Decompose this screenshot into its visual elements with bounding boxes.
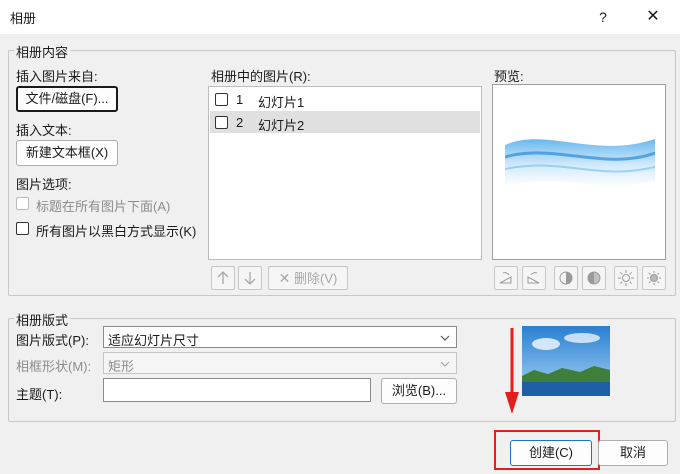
layout-thumbnail-image — [522, 326, 610, 396]
picture-layout-value: 适应幻灯片尺寸 — [108, 333, 200, 348]
brightness-up-button[interactable] — [614, 266, 638, 290]
preview-pane — [492, 84, 666, 260]
picture-layout-select[interactable]: 适应幻灯片尺寸 — [103, 326, 457, 348]
list-item[interactable]: 1 幻灯片1 — [210, 88, 480, 110]
arrow-up-icon — [217, 271, 229, 284]
rotate-left-icon — [499, 272, 512, 284]
caption-below-checkbox[interactable] — [16, 197, 29, 210]
contrast-up-button[interactable] — [554, 266, 578, 290]
frame-shape-value: 矩形 — [108, 359, 135, 374]
brightness-down-icon — [647, 271, 661, 285]
list-item-name: 幻灯片2 — [258, 118, 305, 133]
move-up-button[interactable] — [211, 266, 235, 290]
list-item-checkbox[interactable] — [215, 116, 228, 129]
frame-shape-label: 相框形状(M): — [16, 359, 92, 374]
insert-picture-from-label: 插入图片来自: — [16, 69, 98, 84]
picture-layout-label: 图片版式(P): — [16, 333, 89, 348]
contrast-down-icon — [587, 271, 601, 285]
rotate-right-button[interactable] — [522, 266, 546, 290]
contrast-down-button[interactable] — [582, 266, 606, 290]
album-content-legend: 相册内容 — [14, 42, 71, 61]
chevron-down-icon — [440, 361, 450, 367]
delete-label: 删除(V) — [294, 271, 338, 286]
rotate-left-button[interactable] — [494, 266, 518, 290]
black-white-checkbox[interactable] — [16, 222, 29, 235]
delete-button[interactable]: ✕ 删除(V) — [268, 266, 348, 290]
insert-text-label: 插入文本: — [16, 123, 72, 138]
preview-label: 预览: — [494, 69, 524, 84]
pictures-list-label: 相册中的图片(R): — [211, 69, 311, 84]
list-item-index: 1 — [236, 92, 244, 107]
album-layout-legend: 相册版式 — [14, 310, 71, 329]
black-white-label: 所有图片以黑白方式显示(K) — [36, 224, 197, 239]
list-item-checkbox[interactable] — [215, 93, 228, 106]
theme-input[interactable] — [103, 378, 371, 402]
annotation-highlight-box — [494, 430, 600, 470]
picture-options-label: 图片选项: — [16, 177, 72, 192]
theme-label: 主题(T): — [16, 387, 63, 402]
caption-below-label: 标题在所有图片下面(A) — [36, 199, 171, 214]
new-textbox-button[interactable]: 新建文本框(X) — [16, 140, 118, 166]
help-button[interactable]: ? — [590, 4, 616, 30]
window-title: 相册 — [10, 11, 37, 26]
arrow-down-icon — [244, 272, 256, 285]
brightness-down-button[interactable] — [642, 266, 666, 290]
annotation-arrow — [505, 328, 519, 414]
chevron-down-icon — [440, 335, 450, 341]
browse-button[interactable]: 浏览(B)... — [381, 378, 457, 404]
rotate-right-icon — [527, 272, 540, 284]
close-button[interactable]: ✕ — [640, 4, 666, 30]
brightness-up-icon — [618, 270, 634, 286]
title-bar — [0, 0, 680, 34]
preview-slide-image — [505, 123, 655, 219]
list-item-index: 2 — [236, 115, 244, 130]
cancel-button[interactable]: 取消 — [598, 440, 668, 466]
list-item[interactable]: 2 幻灯片2 — [210, 111, 480, 133]
frame-shape-select[interactable]: 矩形 — [103, 352, 457, 374]
move-down-button[interactable] — [238, 266, 262, 290]
delete-x-icon: ✕ — [278, 270, 291, 286]
pictures-listbox[interactable]: 1 幻灯片1 2 幻灯片2 — [208, 86, 482, 260]
list-item-name: 幻灯片1 — [258, 95, 305, 110]
file-disk-button[interactable]: 文件/磁盘(F)... — [16, 86, 118, 112]
contrast-up-icon — [559, 271, 573, 285]
